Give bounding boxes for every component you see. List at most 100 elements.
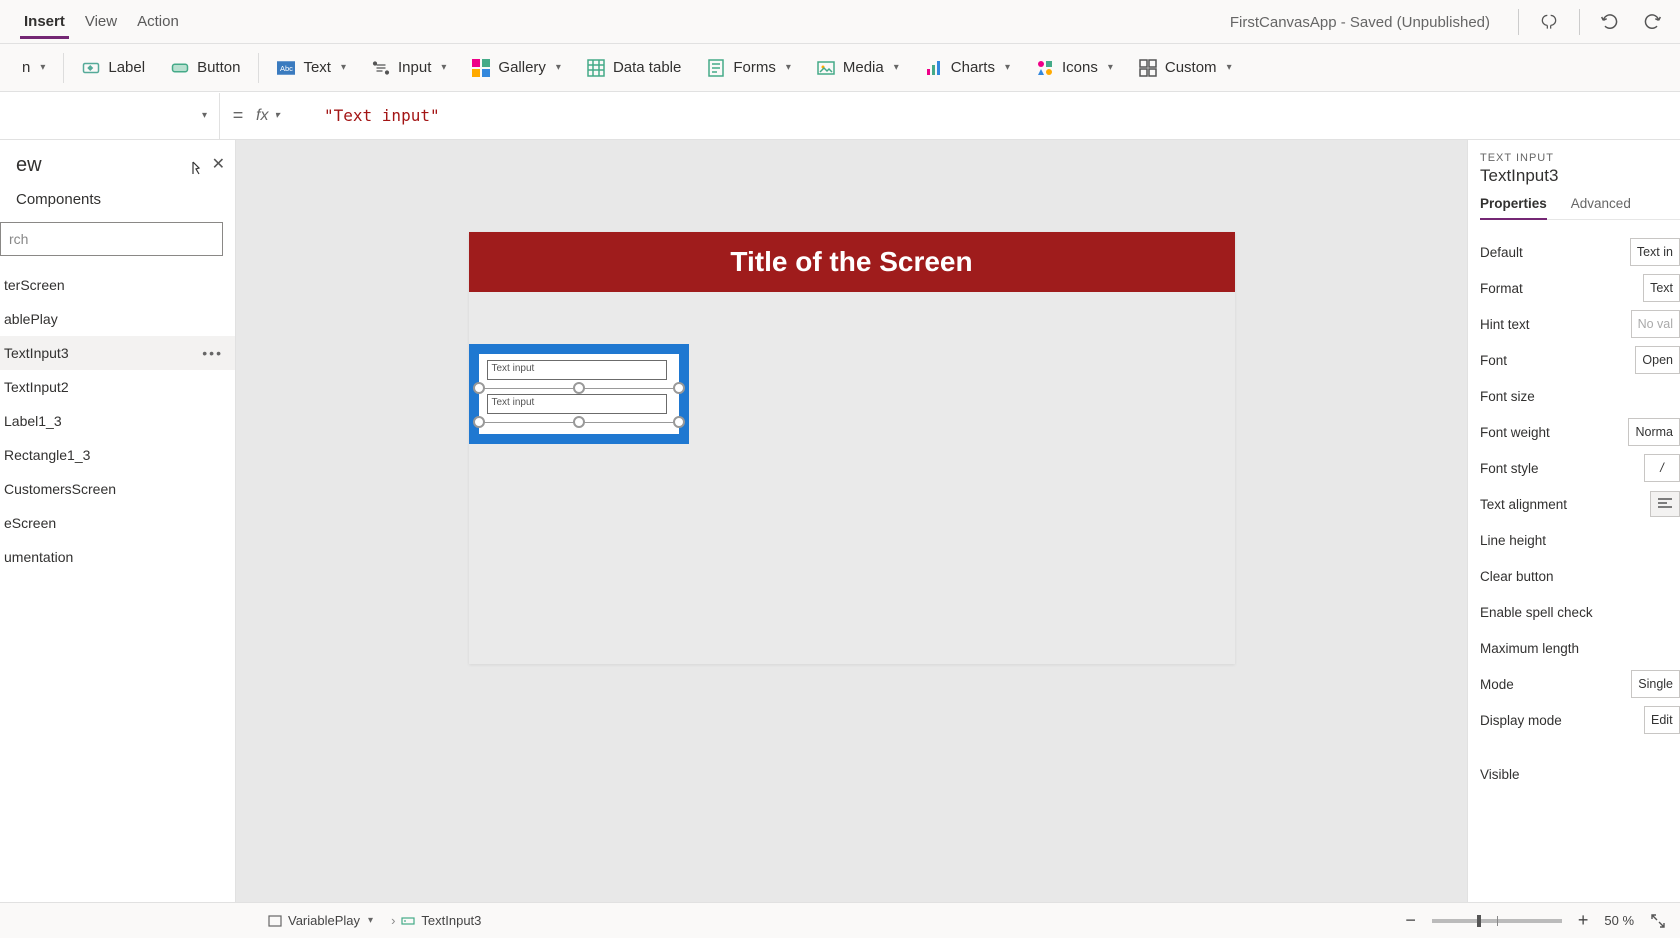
prop-font-style-value[interactable]: / [1644,454,1680,482]
formula-input[interactable] [316,106,1680,125]
canvas-area[interactable]: Title of the Screen Text input Text inpu… [236,140,1467,902]
prop-visible: Visible [1480,756,1680,792]
media-icon [817,59,835,77]
prop-max-length: Maximum length [1480,630,1680,666]
input-icon [372,59,390,77]
custom-button[interactable]: Custom▾ [1127,53,1244,83]
label-button[interactable]: Label [70,53,157,83]
gallery-button[interactable]: Gallery▾ [460,53,573,83]
button-button[interactable]: Button [159,53,252,83]
property-selector[interactable]: ▾ [0,93,220,139]
redo-icon[interactable] [1640,10,1664,34]
more-icon[interactable]: ••• [202,345,223,361]
fit-to-window-icon[interactable] [1650,913,1666,929]
tree-item[interactable]: terScreen [0,268,235,302]
tree-item[interactable]: TextInput2 [0,370,235,404]
tree-item[interactable]: eScreen [0,506,235,540]
tree-view-panel: ew ✕ Components rch terScreen ablePlay T… [0,140,236,902]
properties-panel: TEXT INPUT TextInput3 Properties Advance… [1467,140,1680,902]
prop-format-value[interactable]: Text [1643,274,1680,302]
resize-handle[interactable] [673,416,685,428]
text-input-control-2[interactable]: Text input [487,394,667,414]
separator [63,53,64,83]
menu-action[interactable]: Action [127,5,189,38]
chevron-down-icon: ▾ [556,62,561,73]
tree-item[interactable]: umentation [0,540,235,574]
chevron-down-icon: ▾ [1227,62,1232,73]
charts-icon [925,59,943,77]
close-icon[interactable]: ✕ [212,154,225,174]
resize-handle[interactable] [473,416,485,428]
formula-bar: ▾ = fx▾ [0,92,1680,140]
prop-font-value[interactable]: Open [1635,346,1680,374]
prop-clear-button: Clear button [1480,558,1680,594]
gallery-icon [472,59,490,77]
search-input[interactable]: rch [0,222,223,256]
custom-icon [1139,59,1157,77]
resize-handle[interactable] [573,382,585,394]
chevron-down-icon: ▾ [441,62,446,73]
forms-button[interactable]: Forms▾ [695,53,803,83]
zoom-in-button[interactable]: + [1578,910,1589,931]
prop-font-style: Font style/ [1480,450,1680,486]
control-type-caption: TEXT INPUT [1480,152,1680,164]
text-input-control-1[interactable]: Text input [487,360,667,380]
properties-tab[interactable]: Properties [1480,196,1547,219]
separator [1579,9,1580,35]
tree-item-selected[interactable]: TextInput3••• [0,336,235,370]
screen-title-banner[interactable]: Title of the Screen [469,232,1235,292]
undo-icon[interactable] [1598,10,1622,34]
tree-item[interactable]: CustomersScreen [0,472,235,506]
zoom-out-button[interactable]: − [1405,910,1416,931]
fx-button[interactable]: fx▾ [256,107,316,125]
separator [1518,9,1519,35]
data-table-button[interactable]: Data table [575,53,693,83]
icons-button[interactable]: Icons▾ [1024,53,1125,83]
resize-handle[interactable] [473,382,485,394]
chevron-down-icon: ▾ [368,915,373,926]
app-title: FirstCanvasApp - Saved (Unpublished) [1230,14,1490,31]
insert-ribbon: n▾ Label Button Abc Text▾ Input▾ Gallery… [0,44,1680,92]
prop-hint-text-value[interactable]: No val [1631,310,1680,338]
screen-stage[interactable]: Title of the Screen Text input Text inpu… [469,232,1235,664]
tree-item[interactable]: Rectangle1_3 [0,438,235,472]
prop-mode-value[interactable]: Single [1631,670,1680,698]
button-icon [171,59,189,77]
prop-display-mode: Display modeEdit [1480,702,1680,738]
resize-handle[interactable] [673,382,685,394]
tree-item[interactable]: Label1_3 [0,404,235,438]
advanced-tab[interactable]: Advanced [1571,196,1631,219]
text-button[interactable]: Abc Text▾ [265,53,358,83]
control-name: TextInput3 [1480,166,1680,186]
app-checker-icon[interactable] [1537,10,1561,34]
prop-display-mode-value[interactable]: Edit [1644,706,1680,734]
prop-mode: ModeSingle [1480,666,1680,702]
media-button[interactable]: Media▾ [805,53,911,83]
prop-line-height: Line height [1480,522,1680,558]
breadcrumb-screen[interactable]: VariablePlay ▾ [268,913,373,928]
prop-font-weight: Font weightNorma [1480,414,1680,450]
prop-font: FontOpen [1480,342,1680,378]
selection-box[interactable]: Text input Text input [469,344,689,444]
chevron-down-icon: ▾ [786,62,791,73]
new-screen-button[interactable]: n▾ [10,53,57,82]
prop-default-value[interactable]: Text in [1630,238,1680,266]
prop-font-weight-value[interactable]: Norma [1628,418,1680,446]
tree-list: terScreen ablePlay TextInput3••• TextInp… [0,268,235,574]
prop-text-alignment: Text alignment [1480,486,1680,522]
zoom-slider[interactable] [1432,919,1562,923]
menu-insert[interactable]: Insert [14,5,75,38]
breadcrumb-control[interactable]: › TextInput3 [391,913,481,928]
input-button[interactable]: Input▾ [360,53,458,83]
charts-button[interactable]: Charts▾ [913,53,1022,83]
status-bar: VariablePlay ▾ › TextInput3 − + 50 % [0,902,1680,938]
svg-text:Abc: Abc [280,64,293,73]
chevron-down-icon: ▾ [40,62,45,73]
components-tab[interactable]: Components [0,183,235,216]
prop-default: DefaultText in [1480,234,1680,270]
chevron-down-icon: ▾ [202,110,207,121]
tree-item[interactable]: ablePlay [0,302,235,336]
menu-view[interactable]: View [75,5,127,38]
resize-handle[interactable] [573,416,585,428]
align-left-button[interactable] [1650,491,1680,517]
